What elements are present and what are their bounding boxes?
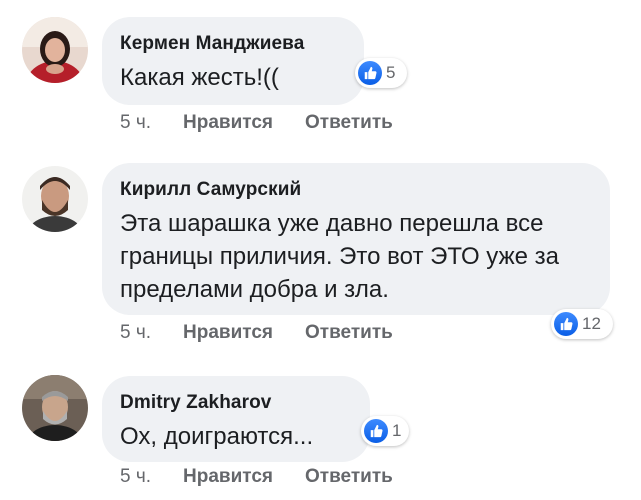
avatar-image <box>22 17 88 83</box>
reply-button[interactable]: Ответить <box>305 112 393 134</box>
comment-text: Какая жесть!(( <box>120 64 279 91</box>
like-thumbs-up-icon <box>554 312 578 336</box>
comment-bubble: Кирилл Самурский Эта шарашка уже давно п… <box>102 163 610 315</box>
like-button[interactable]: Нравится <box>183 466 273 488</box>
comment-text: Эта шарашка уже давно перешла все границ… <box>120 210 559 303</box>
comment-author[interactable]: Кермен Манджиева <box>120 33 342 55</box>
comment-time[interactable]: 5 ч. <box>120 112 151 134</box>
like-button[interactable]: Нравится <box>183 322 273 344</box>
comment-text: Ох, доиграются... <box>120 423 314 450</box>
like-thumbs-up-icon <box>358 61 382 85</box>
comment-author[interactable]: Кирилл Самурский <box>120 179 588 201</box>
reaction-count: 1 <box>392 421 402 440</box>
avatar[interactable] <box>22 17 88 83</box>
comment-actions: 5 ч. Нравится Ответить <box>120 112 425 134</box>
reaction-count: 12 <box>582 314 601 333</box>
comment-actions: 5 ч. Нравится Ответить <box>120 322 425 344</box>
comment-author[interactable]: Dmitry Zakharov <box>120 392 348 414</box>
reaction-summary[interactable]: 12 <box>551 309 613 339</box>
like-button[interactable]: Нравится <box>183 112 273 134</box>
comment-bubble: Кермен Манджиева Какая жесть!(( <box>102 17 364 105</box>
reaction-count: 5 <box>386 63 396 82</box>
reply-button[interactable]: Ответить <box>305 322 393 344</box>
reaction-summary[interactable]: 5 <box>355 58 407 88</box>
reply-button[interactable]: Ответить <box>305 466 393 488</box>
avatar-image <box>22 375 88 441</box>
avatar[interactable] <box>22 166 88 232</box>
comment-bubble: Dmitry Zakharov Ох, доиграются... <box>102 376 370 462</box>
like-thumbs-up-icon <box>364 419 388 443</box>
comment-time[interactable]: 5 ч. <box>120 466 151 488</box>
reaction-summary[interactable]: 1 <box>361 416 409 446</box>
comment-actions: 5 ч. Нравится Ответить <box>120 466 425 488</box>
avatar-image <box>22 166 88 232</box>
avatar[interactable] <box>22 375 88 441</box>
comment-time[interactable]: 5 ч. <box>120 322 151 344</box>
